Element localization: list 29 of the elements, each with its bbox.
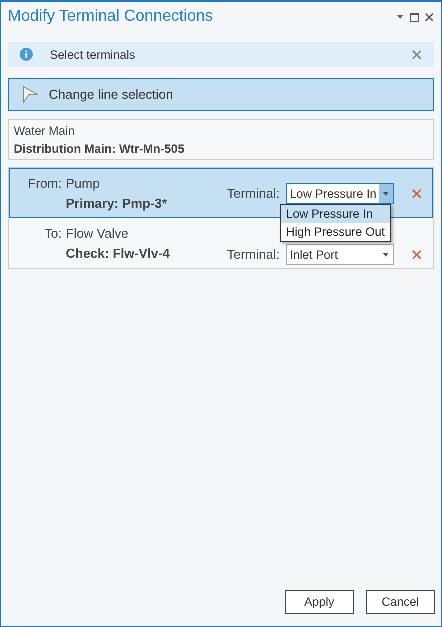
feature-name: Distribution Main: Wtr-Mn-505	[14, 141, 186, 158]
menu-option[interactable]: High Pressure Out	[281, 223, 390, 241]
feature-name: Primary: Pmp-3*	[66, 195, 168, 213]
remove-icon[interactable]	[412, 188, 422, 198]
maximize-icon[interactable]	[410, 12, 419, 22]
terminal-label: Terminal:	[227, 246, 280, 264]
layer-name: Water Main	[14, 123, 76, 140]
close-icon[interactable]	[412, 50, 422, 60]
caret-icon[interactable]	[397, 15, 404, 19]
layer-name: Flow Valve	[66, 225, 130, 243]
info-icon	[20, 48, 33, 61]
layer-name: Pump	[66, 175, 101, 193]
close-icon[interactable]	[425, 12, 434, 22]
dialog-button[interactable]: Apply	[285, 590, 354, 614]
terminal-dropdown[interactable]: Inlet Port	[286, 244, 394, 265]
terminal-label: Terminal:	[227, 184, 280, 203]
caret-icon	[383, 252, 389, 256]
info-message: Select terminals	[50, 46, 136, 64]
role-label: To:	[44, 225, 62, 243]
role-label: From:	[27, 175, 62, 193]
feature-name: Check: Flw-Vlv-4	[66, 245, 170, 263]
terminal-dropdown[interactable]: Low Pressure In	[286, 183, 394, 204]
dialog-button[interactable]: Cancel	[366, 590, 435, 614]
menu-option[interactable]: Low Pressure In	[281, 205, 390, 223]
caret-icon	[383, 192, 389, 196]
pointer-icon	[23, 86, 39, 103]
window-title: Modify Terminal Connections	[8, 7, 214, 27]
change-selection-button[interactable]: Change line selection	[8, 78, 434, 111]
remove-icon[interactable]	[412, 250, 422, 260]
